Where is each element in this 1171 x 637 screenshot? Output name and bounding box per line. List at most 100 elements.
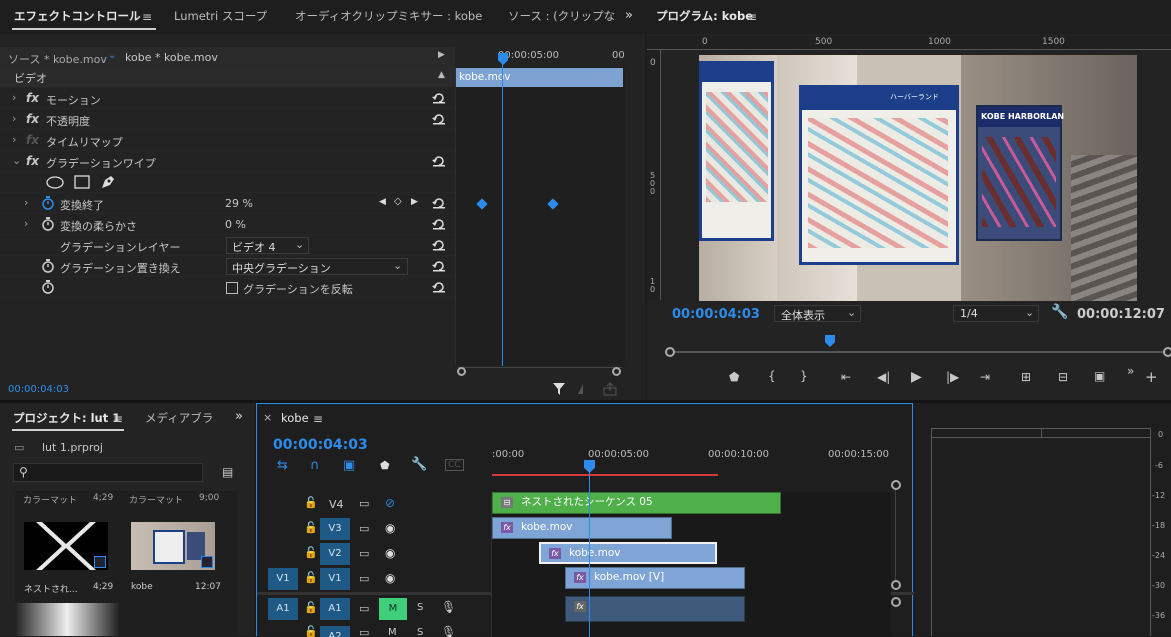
program-playhead[interactable] xyxy=(825,335,835,347)
reset-icon[interactable] xyxy=(432,239,446,251)
tab-sequence[interactable]: kobe xyxy=(281,411,309,425)
sync-lock-icon[interactable]: ▭ xyxy=(359,497,369,510)
track-a1[interactable]: A1 🔓 A1 ▭ M S 🎙 xyxy=(257,595,491,623)
add-keyframe-icon[interactable]: ◇ xyxy=(394,196,402,207)
program-menu-icon[interactable]: ≡ xyxy=(747,10,757,24)
eye-icon[interactable]: ◉ xyxy=(385,571,395,585)
sequence-clip-label[interactable]: kobe * kobe.mov xyxy=(125,51,218,64)
project-search-input[interactable]: ⚲ xyxy=(13,463,203,482)
clip-audio-a1[interactable]: fx xyxy=(565,596,745,622)
collapse-triangle-icon[interactable]: ▲ xyxy=(438,70,445,80)
reset-icon[interactable] xyxy=(432,92,446,104)
sync-lock-icon[interactable]: ▭ xyxy=(359,572,369,585)
param-row-gradient-placement[interactable]: グラデーション置き換え 中央グラデーション ⌄ xyxy=(0,256,455,277)
tab-program[interactable]: プログラム: kobe xyxy=(656,8,753,24)
scroll-handle-right[interactable] xyxy=(612,367,621,376)
mark-out-icon[interactable]: } xyxy=(800,369,808,383)
track-v3[interactable]: 🔓 V3 ▭ ◉ xyxy=(257,517,491,542)
kobe-clip-thumbnail[interactable] xyxy=(131,522,215,570)
reset-icon[interactable] xyxy=(432,260,446,272)
export-frame-icon[interactable]: ▣ xyxy=(1094,369,1105,383)
source-patch-v1[interactable]: V1 xyxy=(268,568,298,590)
program-scrubber[interactable] xyxy=(665,335,1171,357)
work-area-bar[interactable] xyxy=(492,474,718,476)
track-v1[interactable]: V1 🔓 V1 ▭ ◉ xyxy=(257,567,491,592)
panel-overflow-icon[interactable]: » xyxy=(625,8,633,23)
nested-sequence-thumbnail[interactable] xyxy=(24,522,108,570)
eye-icon[interactable]: ◉ xyxy=(385,546,395,560)
step-forward-icon[interactable]: |▶ xyxy=(946,370,959,384)
overflow-icon[interactable]: » xyxy=(1127,364,1134,378)
effect-scrollbar[interactable] xyxy=(457,367,622,376)
ellipse-mask-icon[interactable] xyxy=(46,176,64,189)
effect-row-time-remap[interactable]: › fx タイムリマップ xyxy=(0,130,455,151)
stopwatch-icon[interactable] xyxy=(41,217,55,231)
program-timecode[interactable]: 00:00:04:03 xyxy=(672,307,760,322)
effect-row-gradient-wipe[interactable]: ⌄ fx グラデーションワイプ xyxy=(0,151,455,172)
lock-icon[interactable]: 🔓 xyxy=(304,625,318,637)
tab-lumetri-scopes[interactable]: Lumetri スコープ xyxy=(174,8,267,24)
gradient-placement-dropdown[interactable]: 中央グラデーション ⌄ xyxy=(226,258,408,275)
clip-kobe-v2[interactable]: fx kobe.mov xyxy=(539,542,717,564)
solo-button[interactable]: S xyxy=(417,602,423,613)
stopwatch-icon[interactable] xyxy=(41,259,55,273)
scrub-handle-right[interactable] xyxy=(1163,347,1171,357)
playhead-head[interactable] xyxy=(498,53,508,65)
program-video-frame[interactable]: ハーバーランド KOBE HARBORLAN xyxy=(699,55,1137,301)
a-scroll-top[interactable] xyxy=(891,597,901,607)
lift-icon[interactable]: ⊞ xyxy=(1021,370,1031,384)
wrench-icon[interactable]: 🔧 xyxy=(1051,304,1068,320)
lock-icon[interactable]: 🔓 xyxy=(304,571,318,584)
fx-icon[interactable]: fx xyxy=(26,91,39,105)
add-button-icon[interactable]: + xyxy=(1145,368,1158,386)
expand-chevron-icon[interactable]: › xyxy=(12,112,16,125)
track-a2[interactable]: 🔓 A2 ▭ M S 🎙 xyxy=(257,623,491,637)
gradient-matte-thumbnail[interactable] xyxy=(15,603,119,636)
tab-audio-clip-mixer[interactable]: オーディオクリップミキサー : kobe xyxy=(295,8,482,24)
stopwatch-icon[interactable] xyxy=(41,280,55,294)
scrub-handle-left[interactable] xyxy=(665,347,675,357)
linked-selection-icon[interactable]: ▣ xyxy=(343,458,355,473)
sync-lock-icon[interactable]: ▭ xyxy=(359,547,369,560)
effect-row-motion[interactable]: › fx モーション xyxy=(0,88,455,109)
track-v2[interactable]: 🔓 V2 ▭ ◉ xyxy=(257,542,491,567)
param-row-completion[interactable]: › 変換終了 29 % ◀ ◇ ▶ xyxy=(0,193,455,214)
param-row-gradient-layer[interactable]: グラデーションレイヤー ビデオ 4 ⌄ xyxy=(0,235,455,256)
magnet-icon[interactable]: ∩ xyxy=(310,458,320,473)
v-scroll-top[interactable] xyxy=(891,480,901,490)
marker-icon[interactable]: ⬟ xyxy=(380,459,390,472)
effect-timeline-area[interactable] xyxy=(455,67,625,365)
prev-keyframe-icon[interactable]: ◀ xyxy=(379,197,386,207)
settings-wrench-icon[interactable]: 🔧 xyxy=(411,457,427,472)
sync-lock-icon[interactable]: ▭ xyxy=(359,602,369,615)
filter-icon[interactable] xyxy=(552,382,566,396)
eye-icon[interactable]: ◉ xyxy=(385,521,395,535)
extract-icon[interactable]: ⊟ xyxy=(1058,370,1068,384)
eye-hidden-icon[interactable]: ⊘ xyxy=(385,496,395,510)
step-back-icon[interactable]: ◀| xyxy=(877,370,890,384)
reset-icon[interactable] xyxy=(432,113,446,125)
track-target-a2[interactable]: A2 xyxy=(320,626,350,637)
source-clip-label[interactable]: ソース * kobe.mov xyxy=(8,51,107,67)
track-v4[interactable]: 🔓 V4 ▭ ⊘ xyxy=(257,492,491,517)
effect-timeline-ruler[interactable]: 00:00:05:00 00 xyxy=(456,47,625,67)
effect-timecode[interactable]: 00:00:04:03 xyxy=(8,384,69,395)
expand-chevron-icon[interactable]: › xyxy=(12,133,16,146)
expanded-chevron-icon[interactable]: ⌄ xyxy=(12,154,21,167)
new-bin-icon[interactable]: ▤ xyxy=(222,465,233,479)
tab-media-browser[interactable]: メディアブラ xyxy=(145,410,213,426)
clip-kobe-v1[interactable]: fx kobe.mov [V] xyxy=(565,567,745,589)
add-marker-icon[interactable]: ⬟ xyxy=(729,370,739,384)
effect-row-opacity[interactable]: › fx 不透明度 xyxy=(0,109,455,130)
zoom-dropdown[interactable]: 全体表示 ⌄ xyxy=(774,305,861,322)
invert-checkbox[interactable] xyxy=(226,282,238,294)
playhead-line[interactable] xyxy=(502,60,503,366)
project-menu-icon[interactable]: ≡ xyxy=(113,412,123,426)
mark-in-icon[interactable]: { xyxy=(768,369,776,383)
effect-panel-menu-icon[interactable]: ≡ xyxy=(142,10,152,24)
expand-chevron-icon[interactable]: › xyxy=(24,196,28,209)
track-target-v1[interactable]: V1 xyxy=(320,568,350,590)
track-target-v3[interactable]: V3 xyxy=(320,518,350,540)
close-tab-icon[interactable]: × xyxy=(263,411,272,424)
microphone-icon[interactable]: 🎙 xyxy=(441,625,456,637)
